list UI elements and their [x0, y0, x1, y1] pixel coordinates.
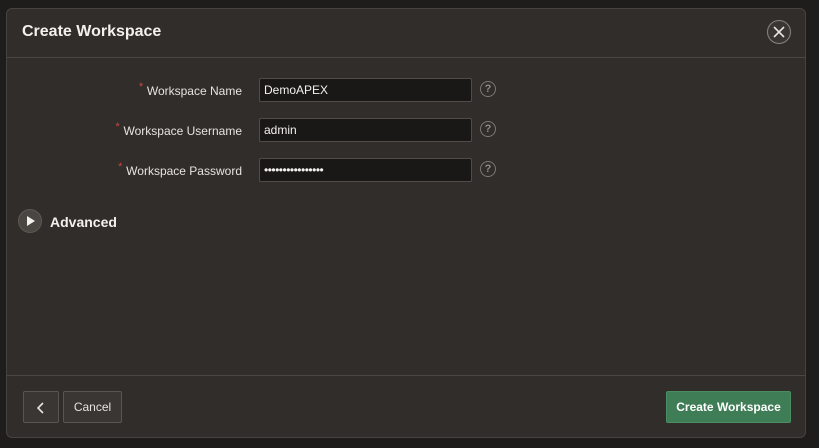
workspace-username-row: * Workspace Username admin ? — [7, 118, 805, 144]
advanced-toggle-button[interactable] — [18, 209, 42, 233]
workspace-username-label-text: Workspace Username — [123, 124, 243, 138]
workspace-username-input[interactable]: admin — [259, 118, 472, 142]
dialog-titlebar: Create Workspace — [7, 9, 805, 58]
help-icon[interactable]: ? — [480, 161, 496, 177]
required-mark: * — [138, 81, 144, 93]
workspace-username-label: * Workspace Username — [116, 121, 243, 138]
play-icon — [27, 216, 35, 226]
create-workspace-dialog: Create Workspace * Workspace Name DemoAP… — [6, 8, 806, 438]
workspace-name-input[interactable]: DemoAPEX — [259, 78, 472, 102]
workspace-name-label: * Workspace Name — [139, 81, 242, 98]
footer-divider — [7, 375, 805, 376]
workspace-name-label-text: Workspace Name — [146, 84, 242, 98]
required-mark: * — [118, 161, 123, 173]
workspace-password-label: * Workspace Password — [118, 161, 242, 178]
required-mark: * — [115, 121, 120, 133]
chevron-left-icon — [37, 402, 44, 414]
workspace-password-input[interactable]: •••••••••••••••• — [259, 158, 472, 182]
workspace-password-row: * Workspace Password •••••••••••••••• ? — [7, 158, 805, 184]
workspace-password-label-text: Workspace Password — [126, 164, 242, 178]
workspace-name-row: * Workspace Name DemoAPEX ? — [7, 78, 805, 104]
close-button[interactable] — [767, 20, 791, 44]
advanced-label[interactable]: Advanced — [50, 214, 117, 230]
back-button[interactable] — [23, 391, 59, 423]
create-workspace-button[interactable]: Create Workspace — [666, 391, 791, 423]
cancel-button[interactable]: Cancel — [63, 391, 122, 423]
dialog-title: Create Workspace — [22, 23, 162, 40]
help-icon[interactable]: ? — [480, 81, 496, 97]
close-icon — [773, 26, 785, 38]
help-icon[interactable]: ? — [480, 121, 496, 137]
